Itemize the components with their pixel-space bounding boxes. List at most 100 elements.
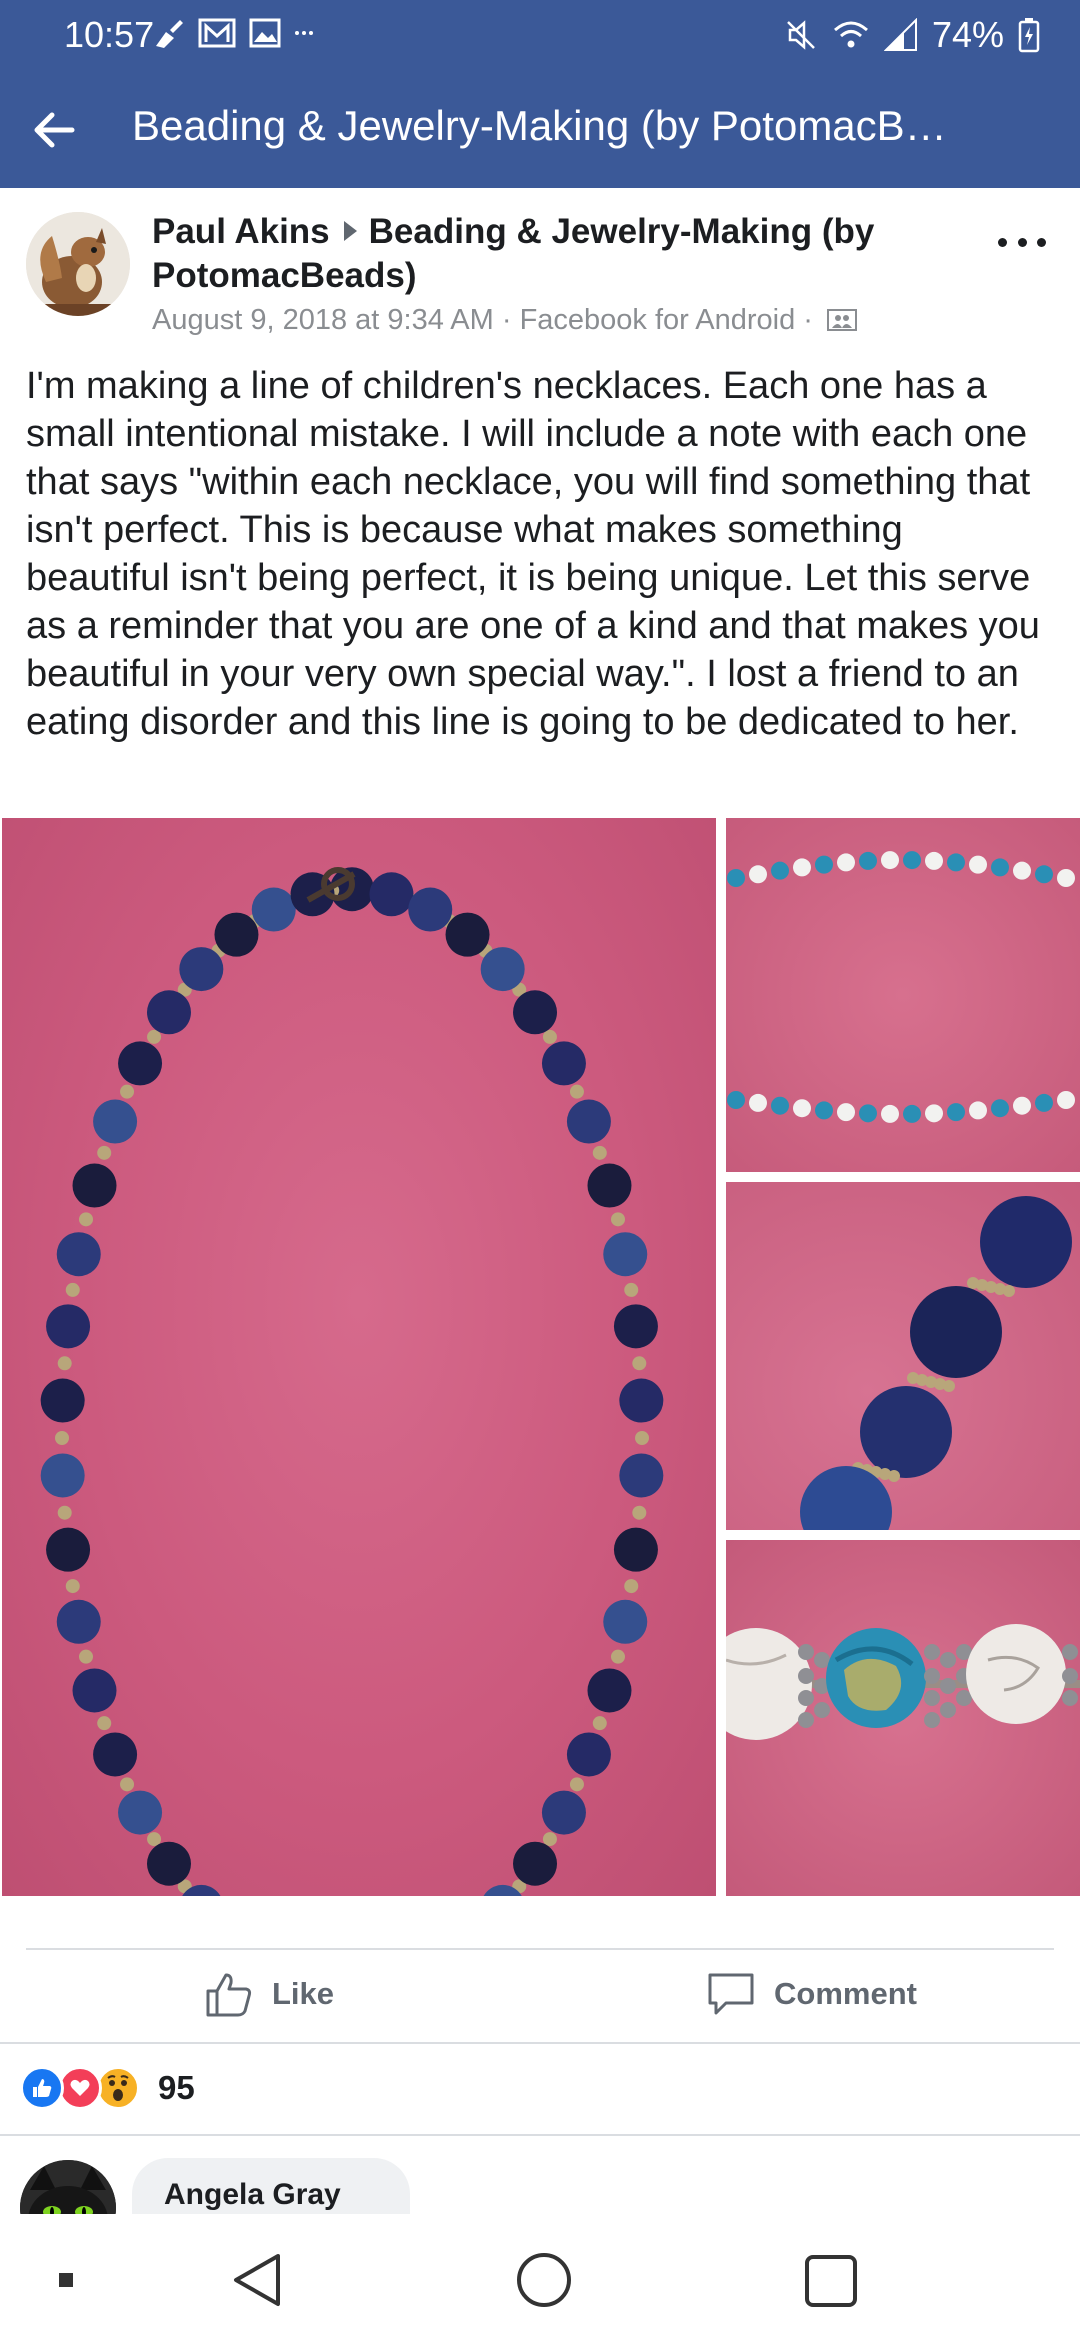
post-header: Paul Akins Beading & Jewelry-Making (by P… [152,210,942,337]
spacer-bead [542,1832,557,1847]
post-body-text: I'm making a line of children's necklace… [26,365,1040,743]
blue-bead [566,1099,611,1144]
blue-bead [72,1668,117,1713]
blue-bead [541,1790,586,1835]
bead [1035,865,1053,884]
blue-bead [566,1732,611,1777]
actions-top-divider [26,1948,1054,1950]
photo-blue-beads-closeup[interactable] [726,1182,1080,1530]
more-notifications-icon [295,31,313,35]
bead [727,869,745,887]
overview-nav-icon[interactable] [804,2254,858,2308]
home-nav-icon[interactable] [516,2252,572,2308]
reactions-summary[interactable]: 95 [20,2066,195,2110]
battery-icon [1018,18,1040,53]
post-meta: August 9, 2018 at 9:34 AM · Facebook for… [152,304,942,337]
comment-bubble-icon [708,1973,754,2015]
bead [727,1091,745,1109]
blue-bead [587,1163,632,1208]
blue-bead [513,990,558,1035]
bead [771,861,789,880]
blue-bead [118,1041,163,1086]
spacer-bead [147,1029,162,1044]
bead [1057,1091,1075,1109]
spacer-bead [624,1282,639,1297]
status-bar: 10:57 74% [0,0,1080,72]
blue-bead [445,912,490,957]
spacer-bead [97,1145,112,1160]
mail-icon [198,18,236,48]
comment-button[interactable]: Comment [706,1962,917,2026]
recent-dot-icon [59,2273,73,2287]
bead [991,858,1009,877]
bead [1057,869,1075,887]
blue-bead [93,1099,138,1144]
blue-bead [541,1041,586,1086]
bead [793,1099,811,1118]
blue-bead [93,1732,138,1777]
post-author-line: Paul Akins Beading & Jewelry-Making (by P… [152,210,942,298]
system-nav-bar [0,2214,1080,2340]
blue-beads-closeup-image [800,1196,1072,1530]
spacer-bead [1003,1285,1015,1297]
signal-icon [883,18,917,51]
photo-necklace-full[interactable] [2,818,716,1896]
battery-percent: 74% [931,14,1004,55]
blue-bead [408,887,453,932]
spacer-bead [147,1832,162,1847]
spacer-bead [943,1380,955,1392]
commenter-name[interactable]: Angela Gray [164,2178,341,2211]
bead [969,855,987,874]
blue-bead [369,872,414,917]
blue-bead [910,1286,1002,1378]
blue-bead [251,887,296,932]
spacer-bead [624,1579,639,1594]
bead [859,1104,877,1123]
bead [903,1104,921,1123]
bead [925,851,943,870]
spacer-bead [65,1579,80,1594]
bead [925,1104,943,1123]
group-privacy-icon [827,309,858,331]
author-avatar[interactable] [26,212,130,316]
app-bar: Beading & Jewelry-Making (by PotomacBe..… [0,72,1080,188]
bead [903,851,921,870]
blue-bead [980,1196,1072,1288]
turquoise-beads-closeup-image [726,1624,1080,1740]
spacer-bead [610,1212,625,1227]
spacer-bead [57,1505,72,1520]
spacer-bead [569,1777,584,1792]
group-title: Beading & Jewelry-Making (by PotomacBe..… [132,102,962,149]
spacer-bead [57,1356,72,1371]
bead [1035,1093,1053,1112]
blue-bead [480,947,525,992]
blue-bead [179,947,224,992]
blue-bead [118,1790,163,1835]
more-options-icon[interactable] [998,232,1046,252]
bead [749,1093,767,1112]
blue-bead [46,1527,91,1572]
spacer-bead [632,1356,647,1371]
bead [947,1103,965,1122]
bead [881,851,899,870]
squirrel-avatar-image [26,212,130,316]
spacer-bead [120,1777,135,1792]
bead [815,1101,833,1120]
spacer-bead [635,1431,649,1445]
blue-bead [603,1232,648,1277]
blue-bead [72,1163,117,1208]
bead [837,853,855,872]
thumbs-up-icon [206,1973,252,2017]
reaction-count: 95 [158,2069,195,2106]
bead [749,865,767,884]
bead [837,1103,855,1122]
bead [969,1101,987,1120]
mute-icon [787,20,815,50]
author-name[interactable]: Paul Akins [152,212,330,251]
back-nav-icon[interactable] [230,2252,284,2308]
photo-turquoise-beads-closeup[interactable] [726,1540,1080,1896]
photo-turquoise-necklace[interactable] [726,818,1080,1172]
back-arrow-icon[interactable] [30,106,78,154]
like-button[interactable]: Like [204,1962,334,2026]
blue-bead [587,1668,632,1713]
